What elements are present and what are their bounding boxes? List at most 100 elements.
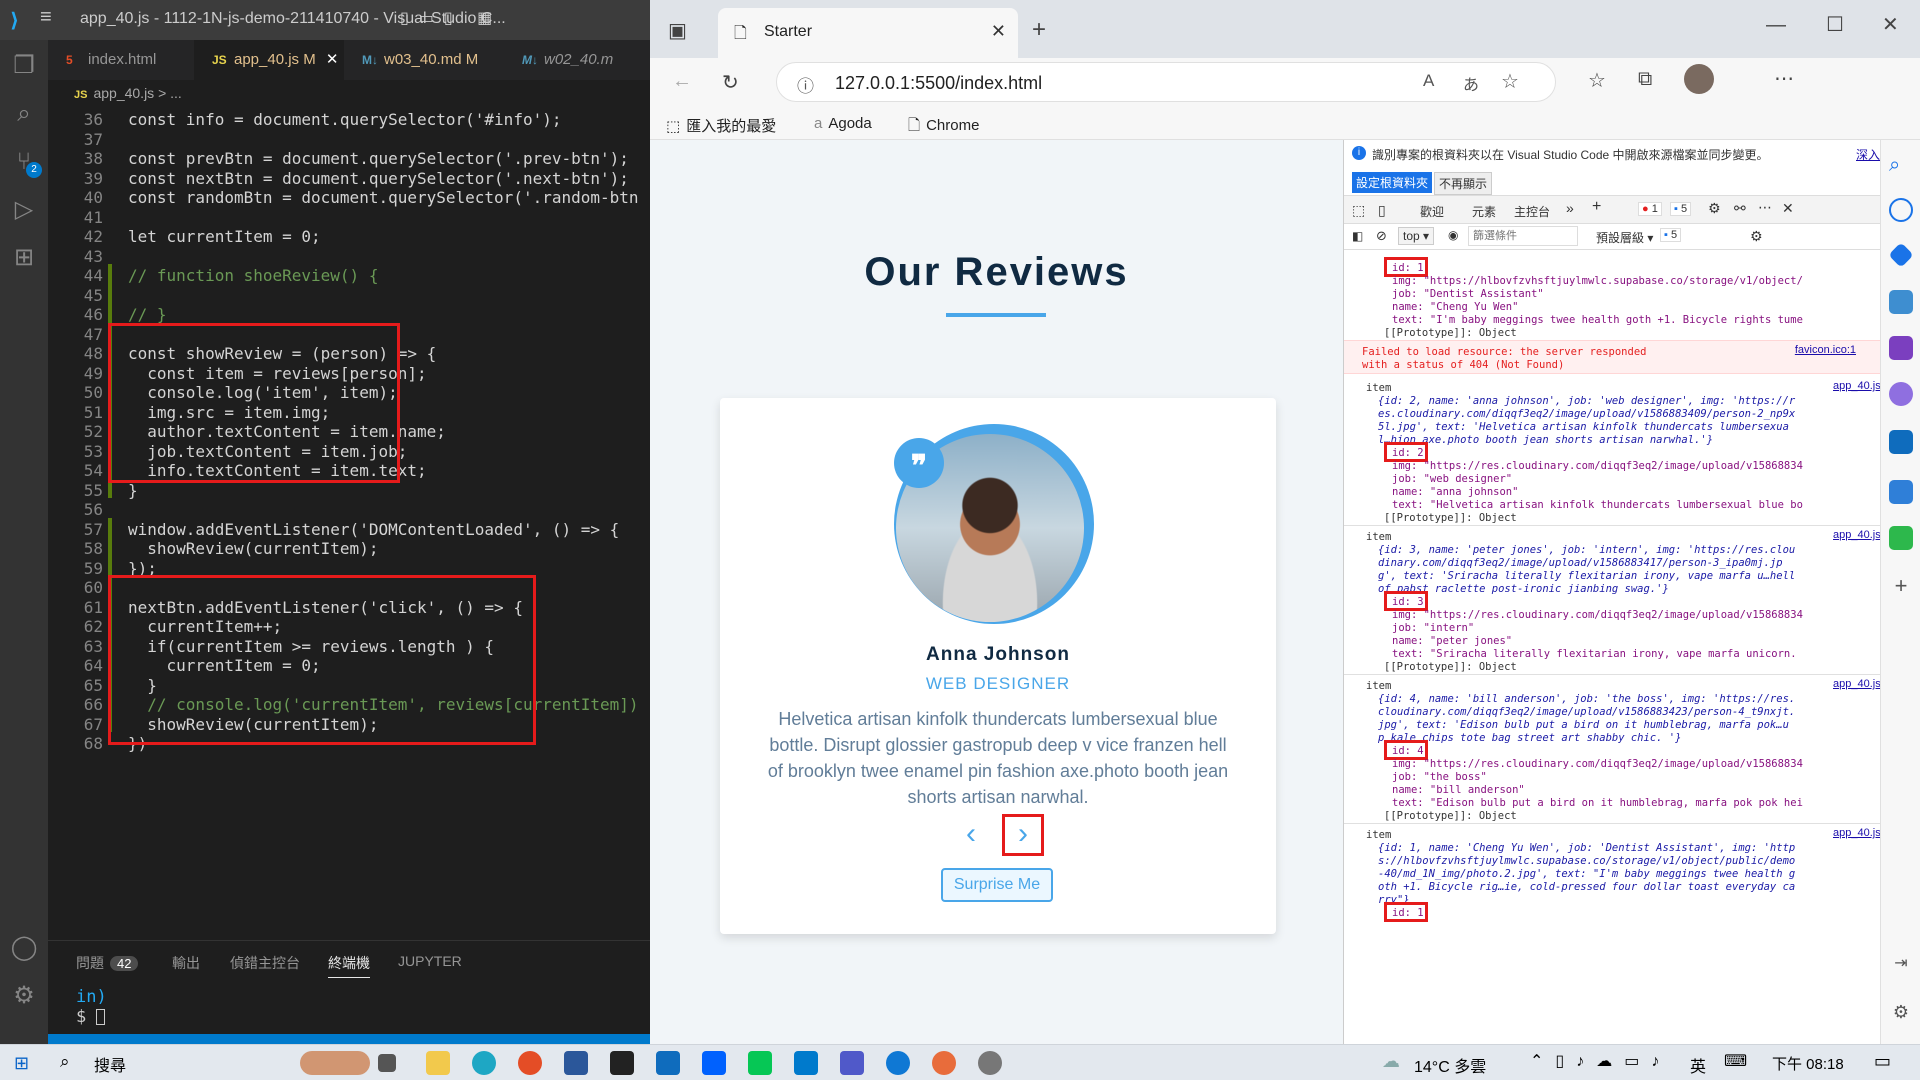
close-tab-icon[interactable]: ✕ (326, 51, 339, 68)
keyboard-icon[interactable]: ⌨ (1724, 1051, 1747, 1071)
teams-icon[interactable] (840, 1051, 864, 1075)
back-icon[interactable]: ← (672, 70, 692, 93)
hide-sidebar-icon[interactable]: ⇥ (1889, 952, 1913, 976)
add-sidebar-icon[interactable]: + (1889, 574, 1913, 598)
issues-badge[interactable]: ▪ 5 (1660, 228, 1682, 242)
account-icon[interactable]: ◯ (8, 932, 40, 964)
tab-jupyter[interactable]: JUPYTER (398, 953, 462, 969)
taskbar-search-label[interactable]: 搜尋 (94, 1052, 126, 1076)
code-line[interactable]: 68}) (48, 732, 650, 756)
notification-icon[interactable]: ▭ (1874, 1051, 1891, 1072)
clock[interactable]: 下午 08:18 (1772, 1053, 1844, 1074)
bing-icon[interactable] (1889, 198, 1913, 222)
breadcrumb[interactable]: JS app_40.js > ... (48, 80, 650, 106)
more-tabs-icon[interactable]: » (1566, 200, 1574, 216)
terminal-icon[interactable] (610, 1051, 634, 1075)
browser-tab-starter[interactable]: 🗋 Starter ✕ (718, 8, 1018, 58)
maximize-icon[interactable]: ☐ (1826, 12, 1844, 37)
tree-icon[interactable] (1889, 526, 1913, 550)
add-tab-icon[interactable]: + (1592, 198, 1601, 216)
vscode-icon[interactable] (794, 1051, 818, 1075)
bookmark-chrome[interactable]: 🗋 Chrome (908, 115, 979, 140)
windows-start-icon[interactable]: ⊞ (14, 1053, 29, 1074)
bookmark-agoda[interactable]: a Agoda (814, 115, 872, 132)
tab-output[interactable]: 輸出 (172, 953, 200, 973)
console-settings-icon[interactable]: ⚙ (1750, 228, 1763, 245)
inspect-icon[interactable]: ⬚ (1352, 202, 1365, 219)
line-icon[interactable] (748, 1051, 772, 1075)
devtools-more-icon[interactable]: ⋯ (1758, 199, 1772, 216)
menu-icon[interactable]: ≡ (40, 6, 52, 29)
tab-debug-console[interactable]: 偵錯主控台 (230, 953, 300, 973)
layout-icons[interactable]: ▯▭▯ ▦ (400, 8, 502, 28)
outlook-icon[interactable] (1889, 430, 1913, 454)
translate-icon[interactable]: あ (1463, 71, 1479, 95)
ime-indicator[interactable]: 英 (1690, 1053, 1706, 1077)
weather-text[interactable]: 14°C 多雲 (1414, 1053, 1486, 1077)
bookmark-import-favorites[interactable]: ⬚ 匯入我的最愛 (666, 115, 776, 136)
sidebar-toggle-icon[interactable]: ◧ (1352, 229, 1363, 243)
close-window-icon[interactable]: ✕ (1882, 12, 1899, 37)
tab-elements[interactable]: 元素 (1472, 203, 1496, 220)
address-bar[interactable]: ⓘ 127.0.0.1:5500/index.html A あ ☆ (776, 62, 1556, 102)
console-output[interactable]: id: 1 img: "https://hlbovfzvhsftjuylmwlc.… (1344, 250, 1904, 1044)
dont-show-again-button[interactable]: 不再顯示 (1434, 172, 1493, 195)
refresh-icon[interactable]: ↻ (722, 70, 739, 95)
firefox-icon[interactable] (932, 1051, 956, 1075)
task-view-icon[interactable] (378, 1054, 396, 1072)
next-button[interactable]: › (1008, 819, 1038, 850)
customize-icon[interactable]: ⚯ (1734, 200, 1746, 217)
onedrive-icon[interactable] (886, 1051, 910, 1075)
tray-icons[interactable]: ⌃▯♪☁▭♪ (1530, 1051, 1671, 1071)
error-source-link[interactable]: favicon.ico:1 (1795, 344, 1856, 356)
source-control-icon[interactable]: ⑂ 2 (8, 146, 42, 178)
tab-welcome[interactable]: 歡迎 (1420, 203, 1444, 220)
edge-icon[interactable] (472, 1051, 496, 1075)
tab-w03-40-md[interactable]: M↓ w03_40.md M (344, 40, 504, 80)
run-debug-icon[interactable]: ▷ (8, 194, 40, 226)
search-icon[interactable]: ⌕ (60, 1052, 70, 1072)
profile-avatar[interactable] (1684, 64, 1714, 94)
mail-icon[interactable] (656, 1051, 680, 1075)
settings-gear-icon[interactable]: ⚙ (8, 980, 40, 1012)
dropbox-icon[interactable] (702, 1051, 726, 1075)
clear-console-icon[interactable]: ⊘ (1376, 228, 1387, 244)
tab-app-40-js[interactable]: JS app_40.js M ✕ (194, 40, 344, 80)
info-count-badge[interactable]: ▪ 5 (1670, 202, 1692, 216)
device-toolbar-icon[interactable]: ▯ (1378, 202, 1386, 219)
console-filter-input[interactable] (1468, 226, 1578, 246)
settings-icon[interactable] (978, 1051, 1002, 1075)
office-icon[interactable] (1889, 382, 1913, 406)
close-devtools-icon[interactable]: ✕ (1782, 200, 1794, 217)
sidebar-settings-icon[interactable]: ⚙ (1889, 1000, 1913, 1024)
file-explorer-icon[interactable] (426, 1051, 450, 1075)
tools-icon[interactable] (1889, 290, 1913, 314)
info-icon[interactable]: ⓘ (797, 72, 814, 97)
more-menu-icon[interactable]: ⋯ (1774, 66, 1794, 91)
terminal-output[interactable]: in) $ (76, 987, 107, 1027)
search-icon[interactable]: ⌕ (8, 98, 40, 130)
tab-terminal[interactable]: 終端機 (328, 953, 370, 978)
error-count-badge[interactable]: ● 1 (1638, 202, 1662, 216)
log-levels-select[interactable]: 預設層級 ▾ (1596, 229, 1653, 246)
favorite-add-icon[interactable]: ☆ (1501, 69, 1519, 94)
live-expression-icon[interactable]: ◉ (1448, 228, 1458, 242)
context-select[interactable]: top ▾ (1398, 227, 1435, 245)
set-root-folder-button[interactable]: 設定根資料夾 (1352, 172, 1433, 193)
collections-icon[interactable]: ⧉ (1638, 68, 1652, 91)
word-icon[interactable] (564, 1051, 588, 1075)
search-icon[interactable]: ⌕ (1889, 154, 1913, 178)
surprise-me-button[interactable]: Surprise Me (941, 868, 1053, 902)
chrome-icon[interactable] (518, 1051, 542, 1075)
send-icon[interactable] (1889, 480, 1913, 504)
tab-actions-icon[interactable]: ▣ (668, 18, 687, 43)
tab-problems[interactable]: 問題 42 (76, 953, 139, 973)
code-editor[interactable]: 36 const info = document.querySelector('#… (48, 108, 650, 908)
close-tab-icon[interactable]: ✕ (991, 21, 1006, 42)
favorites-icon[interactable]: ☆ (1588, 68, 1606, 93)
new-tab-icon[interactable]: + (1032, 16, 1046, 44)
games-icon[interactable] (1889, 336, 1913, 360)
explorer-icon[interactable]: ❐ (8, 50, 40, 82)
prev-button[interactable]: ‹ (956, 819, 986, 850)
tab-index-html[interactable]: 5 index.html (48, 40, 194, 80)
